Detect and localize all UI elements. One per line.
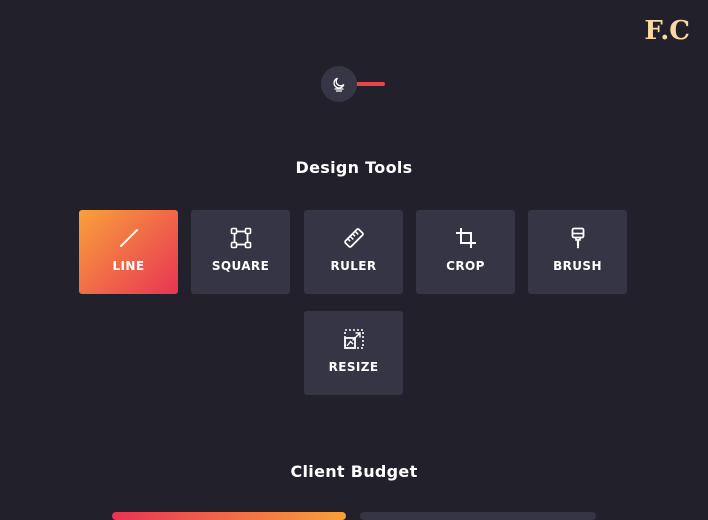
resize-icon: [343, 328, 365, 350]
theme-toggle-knob[interactable]: [321, 66, 357, 102]
tool-tile-label: BRUSH: [553, 259, 602, 273]
client-budget-title: Client Budget: [290, 462, 418, 481]
budget-option-bar[interactable]: [360, 512, 596, 520]
theme-toggle[interactable]: [321, 66, 387, 102]
tool-tile-label: SQUARE: [211, 259, 270, 273]
budget-option-bar[interactable]: [112, 512, 346, 520]
tool-tile-line[interactable]: LINE: [79, 210, 178, 294]
tool-tile-label: RESIZE: [328, 360, 379, 374]
crop-icon: [455, 227, 477, 249]
brand-logo: F.C: [644, 16, 690, 46]
line-icon: [118, 227, 140, 249]
tool-tile-label: RULER: [330, 259, 377, 273]
design-tools-title: Design Tools: [295, 158, 413, 177]
square-icon: [230, 227, 252, 249]
moon-cloud-icon: [333, 77, 345, 92]
tool-tile-crop[interactable]: CROP: [416, 210, 515, 294]
tool-tile-square[interactable]: SQUARE: [191, 210, 290, 294]
tool-tile-label: CROP: [446, 259, 485, 273]
ruler-icon: [343, 227, 365, 249]
tool-tile-label: LINE: [112, 259, 145, 273]
brush-icon: [567, 227, 589, 249]
tool-tile-resize[interactable]: RESIZE: [304, 311, 403, 395]
tool-tile-brush[interactable]: BRUSH: [528, 210, 627, 294]
tool-tile-ruler[interactable]: RULER: [304, 210, 403, 294]
